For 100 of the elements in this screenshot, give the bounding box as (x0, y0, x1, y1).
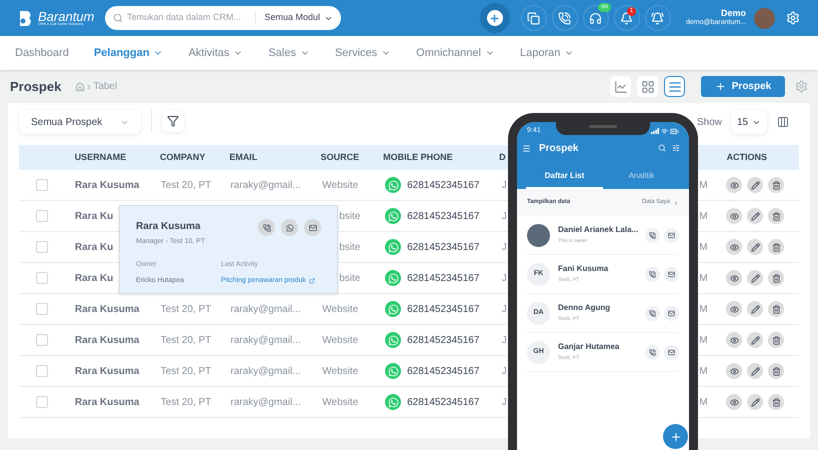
nav-item[interactable]: Dashboard (15, 44, 69, 62)
edit-button[interactable] (747, 239, 764, 255)
nav-item[interactable]: Pelanggan (94, 44, 164, 62)
email-button[interactable] (664, 306, 679, 320)
table-cell: M (699, 272, 708, 284)
add-prospek-button[interactable]: Prospek (701, 76, 785, 97)
page-title: Prospek (10, 78, 62, 96)
nav-item[interactable]: Sales (268, 44, 310, 62)
column-header: USERNAME (74, 152, 126, 162)
email-button[interactable] (664, 266, 679, 282)
row-checkbox[interactable] (36, 179, 48, 191)
filter-dropdown[interactable]: Semua Prospek (19, 110, 141, 134)
eye-icon (730, 304, 739, 314)
delete-button[interactable] (768, 332, 784, 348)
mobile-phone: 6281452345167 (407, 178, 480, 192)
call-button[interactable] (645, 344, 660, 360)
view-button[interactable] (726, 270, 742, 286)
contact-name: Ganjar Hutamea (558, 341, 620, 354)
trash-icon (772, 212, 781, 220)
username: Rara Kusuma (74, 304, 140, 314)
row-checkbox[interactable] (36, 396, 48, 408)
add-fab[interactable] (663, 424, 688, 449)
delete-button[interactable] (768, 363, 784, 379)
row-checkbox[interactable] (36, 241, 48, 253)
view-button[interactable] (726, 239, 742, 255)
email-button[interactable] (664, 344, 679, 360)
nav-item[interactable]: Laporan (520, 44, 574, 62)
mobile-phone: 6281452345167 (407, 272, 480, 286)
source: bsite (339, 210, 360, 222)
company: Test 20, PT (160, 396, 212, 408)
view-button[interactable] (726, 394, 742, 410)
view-button[interactable] (726, 177, 742, 193)
source: bsite (339, 242, 360, 252)
view-button[interactable] (726, 363, 742, 379)
call-button[interactable] (645, 228, 660, 242)
columns-icon[interactable] (777, 116, 789, 128)
edit-button[interactable] (747, 363, 764, 379)
search-icon[interactable] (658, 144, 666, 152)
line-chart-icon (614, 80, 628, 94)
edit-button[interactable] (747, 394, 764, 410)
row-checkbox[interactable] (36, 210, 48, 222)
edit-button[interactable] (747, 301, 764, 317)
table-cell: J (502, 304, 507, 314)
chat-button[interactable] (520, 5, 547, 31)
email-button[interactable] (304, 219, 321, 236)
view-button[interactable] (726, 208, 742, 224)
row-checkbox[interactable] (36, 365, 48, 377)
row-checkbox[interactable] (36, 303, 48, 315)
call-button[interactable] (645, 306, 660, 320)
username: Rara Kusuma (74, 334, 140, 346)
mail-icon (668, 348, 675, 356)
edit-button[interactable] (747, 208, 764, 224)
page-size-dropdown[interactable]: 15 (731, 110, 767, 134)
nav-item[interactable]: Aktivitas (188, 44, 244, 62)
contact-name: Denno Agung (558, 302, 610, 314)
nav-item[interactable]: Services (334, 44, 392, 62)
view-toggle[interactable] (637, 76, 658, 97)
sliders-icon[interactable] (672, 144, 680, 152)
reminder-button[interactable] (644, 5, 671, 31)
module-dropdown[interactable]: Semua Modul (255, 11, 333, 25)
delete-button[interactable] (768, 208, 784, 224)
phone-tab[interactable]: Analitik (603, 165, 680, 189)
username: Rara Kusuma (74, 396, 140, 408)
external-link-icon (308, 278, 315, 284)
view-toggle[interactable] (610, 76, 631, 97)
plus-icon (714, 81, 726, 92)
call-button[interactable] (258, 219, 275, 236)
table-cell: J (502, 272, 507, 284)
table-cell: J (502, 334, 507, 346)
eye-icon (730, 274, 739, 282)
search-input[interactable]: Temukan data dalam CRM... (127, 11, 251, 25)
call-button[interactable] (552, 5, 578, 31)
edit-button[interactable] (747, 332, 764, 348)
pencil-icon (750, 304, 760, 314)
whatsapp-button[interactable] (281, 219, 298, 236)
eye-icon (730, 336, 739, 344)
contact-name: Fani Kusuma (558, 263, 608, 276)
nav-item[interactable]: Omnichannel (416, 44, 495, 62)
edit-button[interactable] (747, 177, 764, 193)
add-button[interactable] (480, 3, 510, 33)
delete-button[interactable] (768, 177, 784, 193)
view-button[interactable] (726, 301, 742, 317)
delete-button[interactable] (768, 270, 784, 286)
home-icon (75, 82, 86, 92)
wifi-icon (661, 128, 668, 134)
call-button[interactable] (645, 266, 660, 282)
row-checkbox[interactable] (36, 334, 48, 346)
table-cell: M (699, 304, 708, 314)
email-button[interactable] (664, 228, 679, 242)
delete-button[interactable] (768, 301, 784, 317)
delete-button[interactable] (768, 239, 784, 255)
pencil-icon (750, 242, 760, 252)
row-checkbox[interactable] (36, 272, 48, 284)
search-bar[interactable]: Temukan data dalam CRM... Semua Modul (105, 6, 341, 30)
view-button[interactable] (726, 332, 742, 348)
mail-icon (668, 270, 675, 278)
delete-button[interactable] (768, 394, 784, 410)
view-toggle[interactable] (664, 76, 685, 97)
edit-button[interactable] (747, 270, 764, 286)
menu-icon[interactable] (522, 144, 531, 152)
